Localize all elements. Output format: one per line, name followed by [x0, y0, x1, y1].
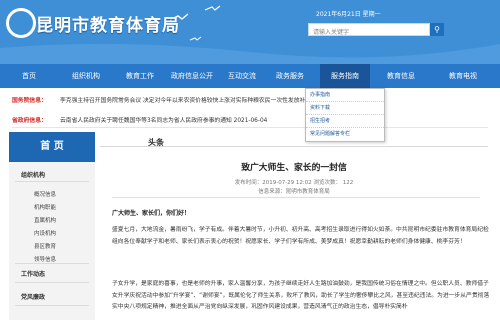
sidebar-item-functions[interactable]: 机构职能	[9, 203, 95, 211]
article-greeting: 广大师生、家长们，你们好！	[112, 210, 191, 217]
nav-item-service-guide[interactable]: 服务指南	[320, 64, 370, 88]
main-nav: 首页 组织机构 教育工作 政府信息公开 互动交流 政务服务 服务指南 教育信息 …	[0, 64, 500, 88]
menu-item-enrollment[interactable]: 招生招考	[306, 115, 384, 128]
article-meta: 发布时间：2019-07-29 12:02 浏览次数： 122	[234, 180, 354, 186]
article-title: 致广大师生、家长的一封信	[241, 163, 347, 173]
sidebar-section-org[interactable]: 组织机构	[9, 170, 95, 179]
sidebar-item-internal[interactable]: 内设机构	[9, 229, 95, 237]
divider	[15, 282, 89, 283]
ticker-link[interactable]: 李克强主持召开国务院常务会议 决定对今年以来农资价格较快上涨对实际种粮农民一次性…	[60, 95, 311, 104]
nav-item-edu-info[interactable]: 教育信息	[370, 64, 432, 88]
date-text: 2021年6月21日 星期一	[316, 11, 381, 18]
divider	[12, 127, 488, 128]
ticker-label: 国务院信息：	[12, 98, 47, 104]
logo-icon	[6, 8, 36, 38]
sidebar-item-county[interactable]: 县区教育	[9, 242, 95, 250]
article-paragraph: 盛夏七月，大地流金，暑雨纷飞，学子有成。伴着大暑时节，小升初、初升高、高考招生录…	[112, 227, 489, 245]
sidebar-section-news[interactable]: 工作动态	[9, 269, 95, 278]
nav-item-edu-tv[interactable]: 教育电视	[432, 64, 494, 88]
seagull-icon	[189, 36, 202, 41]
article-source: 信息来源：昆明市教育体育局	[258, 189, 330, 195]
ticker-province: 省政府信息： 云南省人民政府关于聘任魏国华等3名同志为省人民政府参事的通知 20…	[0, 112, 500, 126]
menu-item-downloads[interactable]: 资料下载	[306, 102, 384, 115]
nav-item-interaction[interactable]: 互动交流	[218, 64, 266, 88]
breadcrumb-label[interactable]: 头条	[148, 137, 164, 148]
site-name: 昆明市教育体育局	[36, 16, 180, 36]
nav-item-gov-service[interactable]: 政务服务	[266, 64, 314, 88]
article-paragraph: 子女升学，是家庭的喜事，也是老师的升事，家人温馨分享，为孩子继续走好人生路加油鼓…	[112, 281, 490, 311]
ticker-state-council: 国务院信息： 李克强主持召开国务院常务会议 决定对今年以来农资价格较快上涨对实际…	[0, 92, 500, 106]
sidebar-item-leaders[interactable]: 领导信息	[9, 255, 95, 263]
nav-item-org[interactable]: 组织机构	[58, 64, 114, 88]
header-banner: 昆明市教育体育局 2021年6月21日 星期一 请输入关键字 ⚲	[0, 0, 500, 64]
search-input[interactable]: 请输入关键字	[308, 23, 430, 36]
divider	[15, 263, 89, 264]
sidebar-section-integrity[interactable]: 党风廉政	[9, 292, 95, 301]
divider	[112, 197, 480, 198]
nav-item-gov-info[interactable]: 政府信息公开	[166, 64, 218, 88]
search-button[interactable]: ⚲	[430, 23, 444, 36]
divider	[15, 181, 89, 182]
sidebar-home-button[interactable]: 首 页	[9, 132, 95, 162]
menu-item-guide[interactable]: 办事指南	[306, 89, 384, 102]
ticker-label: 省政府信息：	[12, 118, 47, 124]
seagull-icon	[204, 5, 221, 11]
nav-item-home[interactable]: 首页	[0, 64, 58, 88]
search-icon: ⚲	[434, 25, 440, 34]
ticker-link[interactable]: 云南省人民政府关于聘任魏国华等3名同志为省人民政府参事的通知 2021-06-0…	[60, 115, 267, 124]
divider	[15, 305, 89, 306]
sidebar-item-affiliated[interactable]: 直属机构	[9, 216, 95, 224]
nav-item-edu-work[interactable]: 教育工作	[114, 64, 166, 88]
sidebar-item-overview[interactable]: 概况信息	[9, 190, 95, 198]
